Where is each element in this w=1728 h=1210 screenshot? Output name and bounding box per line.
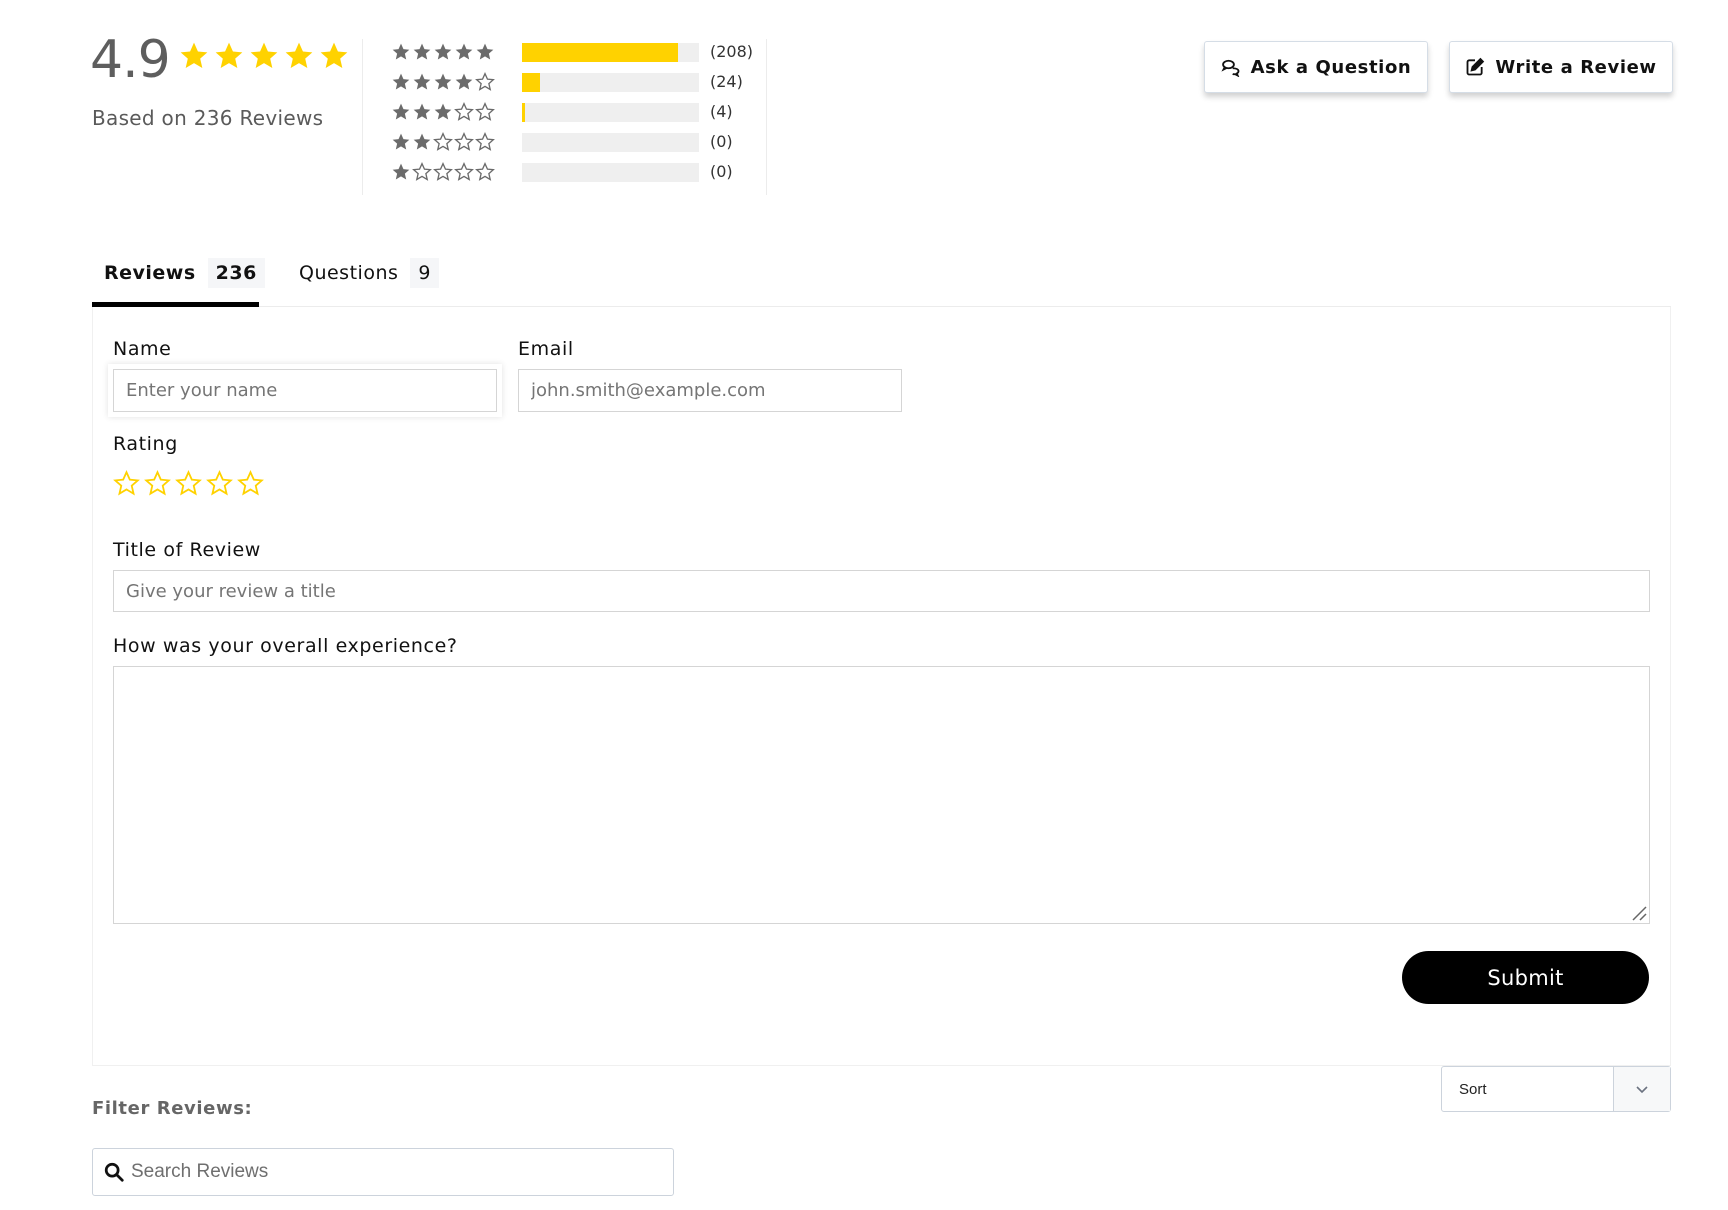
chat-bubbles-icon <box>1221 59 1240 77</box>
histogram-row-stars <box>391 72 499 92</box>
summary-divider <box>362 39 363 195</box>
ask-question-label: Ask a Question <box>1250 56 1412 78</box>
write-review-label: Write a Review <box>1495 56 1657 78</box>
average-rating: 4.9 <box>90 30 171 90</box>
star-outline-icon <box>412 162 432 181</box>
submit-button[interactable]: Submit <box>1402 951 1649 1004</box>
star-filled-icon <box>455 43 473 60</box>
star-filled-icon <box>180 42 208 68</box>
star-filled-icon <box>434 103 452 120</box>
ask-question-button[interactable]: Ask a Question <box>1204 41 1428 93</box>
sort-dropdown-toggle[interactable] <box>1613 1067 1670 1111</box>
name-input[interactable] <box>113 369 497 412</box>
email-input[interactable] <box>518 369 902 412</box>
tab-reviews-label: Reviews <box>104 262 196 284</box>
tab-questions-label: Questions <box>299 262 399 284</box>
sort-selected-value: Sort <box>1459 1080 1487 1098</box>
star-filled-icon <box>392 163 410 180</box>
star-outline-icon <box>454 162 474 181</box>
title-label: Title of Review <box>113 539 261 561</box>
star-outline-icon <box>454 132 474 151</box>
search-reviews-placeholder: Search Reviews <box>131 1161 269 1182</box>
filter-reviews-label: Filter Reviews: <box>92 1098 253 1119</box>
star-filled-icon <box>413 73 431 90</box>
star-filled-icon <box>413 133 431 150</box>
star-filled-icon <box>434 73 452 90</box>
histogram-bar-track <box>522 43 699 62</box>
histogram-bar-fill <box>522 43 678 62</box>
star-filled-icon <box>250 42 278 68</box>
average-rating-stars <box>178 40 350 72</box>
rating-star-icon[interactable] <box>144 470 171 497</box>
tab-reviews[interactable]: Reviews 236 <box>104 258 265 288</box>
rating-input[interactable] <box>113 470 264 497</box>
sort-select[interactable]: Sort <box>1441 1066 1671 1112</box>
rating-star-icon[interactable] <box>175 470 202 497</box>
histogram-bar-track <box>522 133 699 152</box>
histogram-count: (4) <box>710 102 733 121</box>
histogram-bar-track <box>522 163 699 182</box>
email-label: Email <box>518 338 574 360</box>
rating-star-icon[interactable] <box>206 470 233 497</box>
histogram-row-4-star[interactable]: (24) <box>391 71 743 93</box>
tab-questions-count: 9 <box>410 258 439 288</box>
histogram-row-3-star[interactable]: (4) <box>391 101 733 123</box>
star-filled-icon <box>413 103 431 120</box>
star-filled-icon <box>392 103 410 120</box>
star-filled-icon <box>476 43 494 60</box>
histogram-row-stars <box>391 102 499 122</box>
search-reviews-field[interactable]: Search Reviews <box>92 1148 674 1196</box>
star-filled-icon <box>455 73 473 90</box>
histogram-count: (208) <box>710 42 754 61</box>
star-filled-icon <box>215 42 243 68</box>
resize-handle-icon[interactable] <box>1631 905 1647 921</box>
star-outline-icon <box>475 132 495 151</box>
experience-textarea[interactable] <box>113 666 1650 924</box>
histogram-count: (0) <box>710 162 733 181</box>
star-filled-icon <box>392 133 410 150</box>
histogram-row-stars <box>391 132 499 152</box>
histogram-row-2-star[interactable]: (0) <box>391 131 733 153</box>
rating-star-icon[interactable] <box>237 470 264 497</box>
tab-reviews-count: 236 <box>207 258 265 288</box>
chevron-down-icon <box>1636 1086 1648 1094</box>
star-filled-icon <box>392 73 410 90</box>
experience-label: How was your overall experience? <box>113 635 458 657</box>
histogram-row-1-star[interactable]: (0) <box>391 161 733 183</box>
histogram-count: (24) <box>710 72 743 91</box>
histogram-count: (0) <box>710 132 733 151</box>
star-outline-icon <box>475 72 495 91</box>
review-count-text: Based on 236 Reviews <box>92 106 324 130</box>
star-outline-icon <box>433 162 453 181</box>
tab-questions[interactable]: Questions 9 <box>299 258 439 288</box>
title-input[interactable] <box>113 570 1650 612</box>
edit-square-icon <box>1466 57 1485 76</box>
search-icon <box>104 1162 124 1182</box>
histogram-row-5-star[interactable]: (208) <box>391 41 753 63</box>
histogram-bar-track <box>522 73 699 92</box>
histogram-row-stars <box>391 162 499 182</box>
write-review-button[interactable]: Write a Review <box>1449 41 1673 93</box>
star-filled-icon <box>413 43 431 60</box>
histogram-bar-fill <box>522 73 541 92</box>
histogram-row-stars <box>391 42 499 62</box>
histogram-divider <box>766 39 767 195</box>
star-filled-icon <box>285 42 313 68</box>
star-outline-icon <box>475 162 495 181</box>
histogram-bar-fill <box>522 103 525 122</box>
star-outline-icon <box>454 102 474 121</box>
star-outline-icon <box>433 132 453 151</box>
rating-label: Rating <box>113 433 178 455</box>
star-filled-icon <box>434 43 452 60</box>
star-outline-icon <box>475 102 495 121</box>
histogram-bar-track <box>522 103 699 122</box>
star-filled-icon <box>320 42 348 68</box>
rating-star-icon[interactable] <box>113 470 140 497</box>
star-filled-icon <box>392 43 410 60</box>
name-label: Name <box>113 338 172 360</box>
